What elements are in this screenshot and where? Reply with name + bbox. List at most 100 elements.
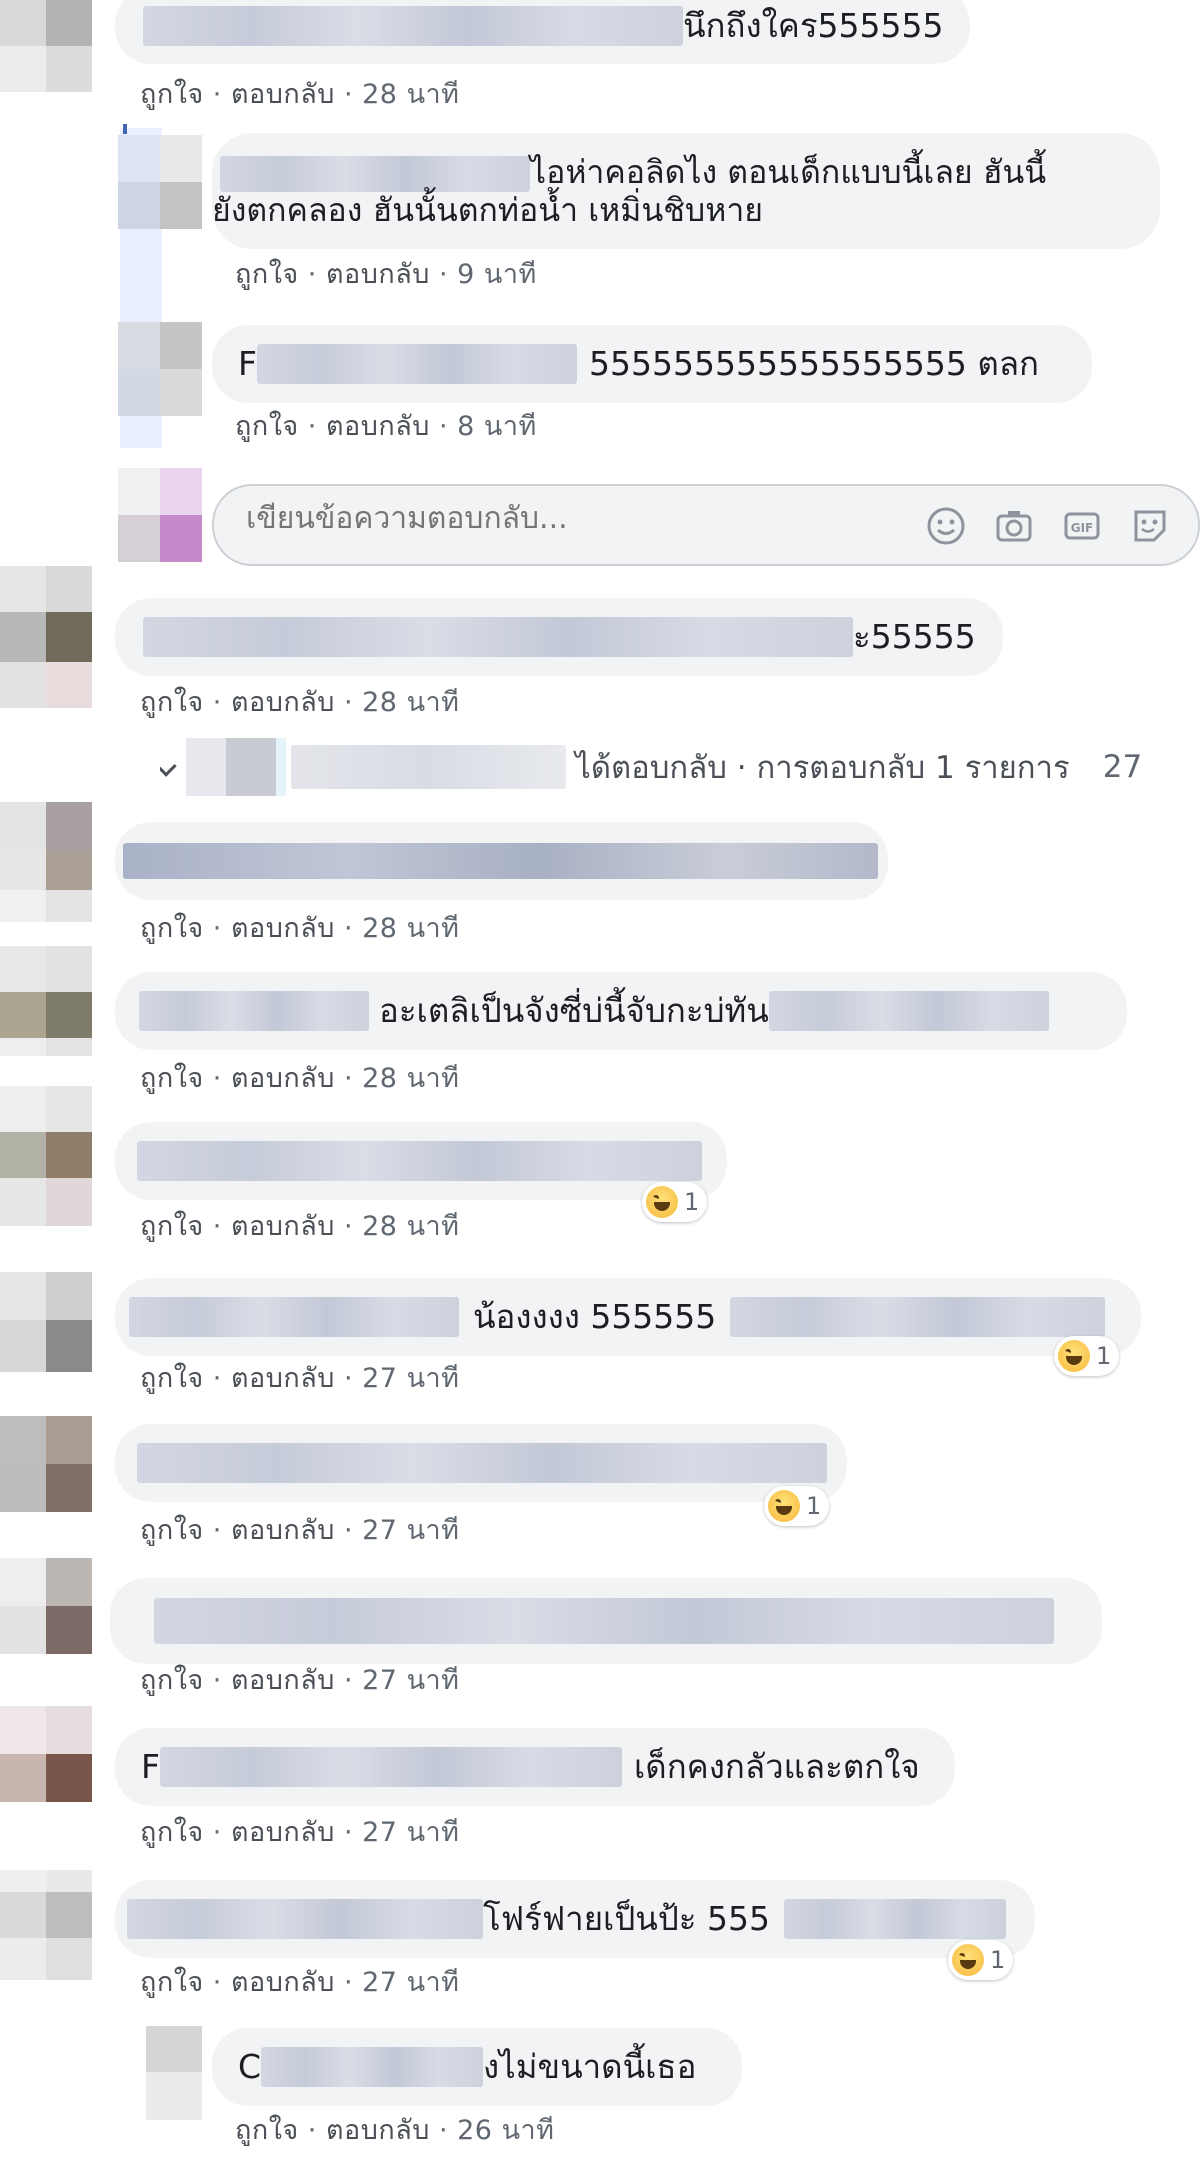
reply-link[interactable]: ตอบกลับ: [326, 259, 430, 290]
comment-actions: ถูกใจ · ตอบกลับ · 28 นาที: [140, 79, 460, 110]
comment-text: น้องงงง 555555: [473, 1297, 717, 1336]
comment-bubble: F เด็กคงกลัวและตกใจ: [115, 1728, 955, 1806]
timestamp[interactable]: 27 นาที: [362, 1817, 459, 1848]
reaction-badge[interactable]: 1: [1054, 1336, 1120, 1376]
replies-summary-text: ได้ตอบกลับ · การตอบกลับ 1 รายการ: [575, 750, 1070, 786]
comment-actions: ถูกใจ · ตอบกลับ · 9 นาที: [235, 259, 537, 290]
timestamp[interactable]: 28 นาที: [362, 1063, 459, 1094]
emoji-icon[interactable]: [926, 506, 966, 546]
timestamp[interactable]: 27 นาที: [362, 1967, 459, 1998]
comment-bubble: C งไม่ขนาดนี้เธอ: [212, 2028, 742, 2106]
avatar[interactable]: [0, 566, 92, 708]
reply-link[interactable]: ตอบกลับ: [231, 1211, 335, 1242]
like-link[interactable]: ถูกใจ: [140, 1363, 204, 1394]
reply-link[interactable]: ตอบกลับ: [231, 913, 335, 944]
reaction-count: 1: [990, 1946, 1006, 1974]
comment-actions: ถูกใจ · ตอบกลับ · 26 นาที: [235, 2115, 555, 2146]
comment-bubble: [110, 1578, 1102, 1664]
reply-link[interactable]: ตอบกลับ: [231, 1515, 335, 1546]
reply-link[interactable]: ตอบกลับ: [231, 1817, 335, 1848]
comment-actions: ถูกใจ · ตอบกลับ · 27 นาที: [140, 1967, 460, 1998]
comment-bubble: [115, 822, 888, 900]
comment-actions: ถูกใจ · ตอบกลับ · 28 นาที: [140, 687, 460, 718]
avatar[interactable]: [118, 322, 202, 416]
comment-bubble: ไอห่าคอลิดไง ตอนเด็กแบบนี้เลย ฮันนี้ ยัง…: [212, 133, 1160, 249]
blurred-tag: [768, 991, 1049, 1031]
reaction-count: 1: [806, 1492, 822, 1520]
avatar[interactable]: [0, 0, 92, 92]
sticker-icon[interactable]: [1130, 506, 1170, 546]
camera-icon[interactable]: [994, 506, 1034, 546]
reaction-badge[interactable]: 1: [764, 1486, 830, 1526]
reply-link[interactable]: ตอบกลับ: [231, 687, 335, 718]
reply-link[interactable]: ตอบกลับ: [231, 1665, 335, 1696]
blurred-name: [127, 1899, 483, 1939]
avatar[interactable]: [0, 1558, 92, 1654]
blurred-name: [154, 1598, 1054, 1644]
comment-text-line2: ยังตกคลอง ฮันนั้นตกท่อน้ำ เหมิ่นชิบหาย: [212, 191, 764, 229]
comment-actions: ถูกใจ · ตอบกลับ · 27 นาที: [140, 1363, 460, 1394]
blurred-name: [220, 155, 530, 192]
blurred-name: [137, 1443, 827, 1483]
like-link[interactable]: ถูกใจ: [140, 1063, 204, 1094]
avatar[interactable]: [0, 946, 92, 1056]
reply-link[interactable]: ตอบกลับ: [326, 2115, 430, 2146]
reply-box[interactable]: GIF: [212, 484, 1200, 566]
blurred-name: [143, 6, 683, 46]
timestamp[interactable]: 26 นาที: [457, 2115, 554, 2146]
comment-actions: ถูกใจ · ตอบกลับ · 27 นาที: [140, 1515, 460, 1546]
timestamp[interactable]: 28 นาที: [362, 79, 459, 110]
reply-link[interactable]: ตอบกลับ: [231, 1363, 335, 1394]
avatar[interactable]: [0, 1086, 92, 1226]
like-link[interactable]: ถูกใจ: [235, 2115, 299, 2146]
reaction-badge[interactable]: 1: [642, 1182, 708, 1222]
haha-reaction-icon: [768, 1490, 800, 1522]
replies-summary[interactable]: ได้ตอบกลับ · การตอบกลับ 1 รายการ 27: [160, 738, 1200, 798]
avatar[interactable]: [0, 1870, 92, 1980]
timestamp[interactable]: 27 นาที: [362, 1515, 459, 1546]
avatar[interactable]: [0, 1272, 92, 1372]
timestamp[interactable]: 28 นาที: [362, 1211, 459, 1242]
like-link[interactable]: ถูกใจ: [140, 1665, 204, 1696]
gif-icon[interactable]: GIF: [1062, 506, 1102, 546]
like-link[interactable]: ถูกใจ: [235, 259, 299, 290]
like-link[interactable]: ถูกใจ: [140, 1515, 204, 1546]
blurred-tag: [730, 1297, 1106, 1337]
reply-link[interactable]: ตอบกลับ: [231, 1967, 335, 1998]
timestamp[interactable]: 28 นาที: [362, 687, 459, 718]
like-link[interactable]: ถูกใจ: [235, 411, 299, 442]
timestamp[interactable]: 27 นาที: [362, 1665, 459, 1696]
comment-actions: ถูกใจ · ตอบกลับ · 28 นาที: [140, 1211, 460, 1242]
like-link[interactable]: ถูกใจ: [140, 1817, 204, 1848]
blurred-name: [291, 745, 567, 789]
timestamp[interactable]: 28 นาที: [362, 913, 459, 944]
blurred-name: [123, 843, 878, 879]
timestamp[interactable]: 8 นาที: [457, 411, 537, 442]
comment-text: งไม่ขนาดนี้เธอ: [483, 2047, 697, 2086]
reply-input[interactable]: [244, 500, 848, 537]
timestamp[interactable]: 27 นาที: [362, 1363, 459, 1394]
avatar[interactable]: [0, 802, 92, 922]
avatar[interactable]: [0, 1706, 92, 1802]
comment-text: โฟร์ฟายเป็นป้ะ 555: [483, 1899, 770, 1938]
blurred-name: [143, 617, 853, 657]
avatar[interactable]: [0, 1416, 92, 1512]
comment-text: นึกถึงใคร555555: [683, 6, 944, 45]
reply-link[interactable]: ตอบกลับ: [326, 411, 430, 442]
avatar[interactable]: [146, 2026, 202, 2120]
avatar[interactable]: [118, 135, 202, 229]
like-link[interactable]: ถูกใจ: [140, 1211, 204, 1242]
comment-text: ไอห่าคอลิดไง ตอนเด็กแบบนี้เลย ฮันนี้: [530, 153, 1047, 191]
reaction-badge[interactable]: 1: [948, 1940, 1014, 1980]
like-link[interactable]: ถูกใจ: [140, 913, 204, 944]
like-link[interactable]: ถูกใจ: [140, 687, 204, 718]
avatar: [118, 468, 202, 562]
like-link[interactable]: ถูกใจ: [140, 1967, 204, 1998]
reply-link[interactable]: ตอบกลับ: [231, 1063, 335, 1094]
reply-link[interactable]: ตอบกลับ: [231, 79, 335, 110]
comment-text: อะเตลิเป็นจังซี่บ่นี้จับกะบ่ทัน: [379, 991, 769, 1030]
like-link[interactable]: ถูกใจ: [140, 79, 204, 110]
timestamp[interactable]: 9 นาที: [457, 259, 537, 290]
blurred-name: [261, 2047, 484, 2087]
blurred-tag: [783, 1899, 1006, 1939]
